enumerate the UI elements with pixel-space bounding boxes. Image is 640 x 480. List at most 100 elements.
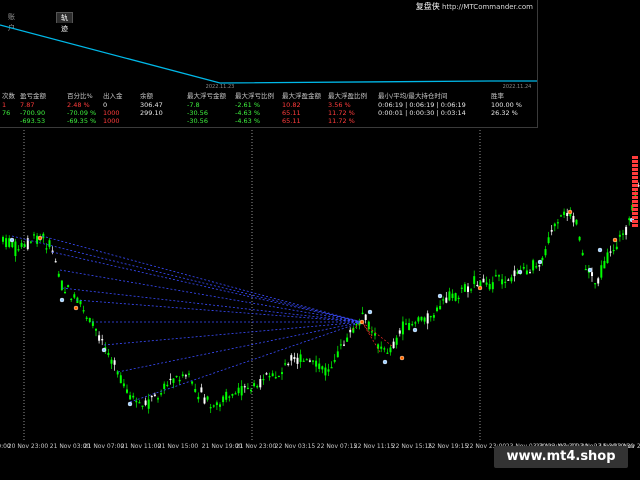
candle-body — [339, 344, 342, 346]
candle-body — [513, 270, 516, 277]
candle-body — [482, 278, 485, 283]
candle-body — [274, 377, 277, 379]
candle-body — [525, 270, 528, 275]
candle-body — [200, 387, 203, 393]
table-cell: 306.47 — [140, 101, 163, 109]
trade-marker — [437, 293, 443, 299]
candle-body — [188, 373, 190, 375]
candle-body — [448, 291, 451, 301]
col-header: 最大浮盈比例 — [328, 92, 367, 100]
trade-marker — [517, 269, 523, 275]
candle-body — [336, 351, 339, 358]
panel-title-url[interactable]: http://MTCommander.com — [442, 3, 533, 11]
candle-body — [138, 402, 141, 404]
trade-marker — [382, 359, 388, 365]
candle-body — [141, 405, 144, 407]
candle-body — [494, 275, 497, 277]
table-cell: 76 — [2, 109, 11, 117]
candle-body — [11, 241, 14, 248]
order-marker — [632, 204, 638, 207]
candle-body — [321, 366, 324, 370]
equity-line — [0, 24, 537, 84]
candle-body — [33, 234, 35, 236]
candle-body — [290, 355, 293, 361]
candle-body — [225, 391, 228, 400]
candle-body — [67, 285, 70, 288]
candle-body — [150, 395, 153, 398]
candle-body — [364, 314, 367, 320]
candle-body — [305, 359, 308, 361]
candle-body — [312, 360, 314, 362]
trade-marker — [9, 237, 15, 243]
tab-account[interactable]: 账户 — [4, 12, 19, 32]
candle-body — [324, 367, 327, 376]
candle-body — [299, 354, 302, 362]
candle-body — [575, 219, 578, 225]
candle-body — [215, 402, 218, 406]
table-cell: -30.56 — [187, 117, 208, 125]
trade-marker — [477, 285, 483, 291]
candle-body — [463, 284, 466, 292]
order-marker — [632, 200, 638, 203]
candle-body — [110, 359, 113, 364]
col-header: 最大浮盈金额 — [282, 92, 321, 100]
table-cell: -69.35 % — [67, 117, 97, 125]
table-cell: -4.63 % — [235, 117, 261, 125]
order-marker — [632, 156, 638, 159]
table-cell: 26.32 % — [491, 109, 518, 117]
candle-body — [129, 395, 132, 400]
time-tick-label: 22 Nov 11:15 — [353, 443, 395, 450]
order-marker — [632, 180, 638, 183]
candle-body — [119, 375, 122, 384]
order-marker — [632, 220, 638, 223]
candle-body — [172, 378, 175, 383]
candle-body — [597, 278, 600, 284]
trade-link-line — [129, 321, 363, 403]
candle-body — [408, 322, 411, 330]
table-cell: 3.56 % — [328, 101, 351, 109]
candle-body — [88, 317, 91, 323]
col-header: 百分比% — [67, 92, 93, 100]
order-marker — [632, 196, 638, 199]
candle-body — [398, 330, 401, 334]
candle-body — [584, 268, 587, 271]
candle-body — [60, 280, 63, 291]
trade-marker — [367, 309, 373, 315]
candle-body — [237, 387, 240, 394]
candle-body — [144, 400, 147, 405]
candle-body — [14, 241, 17, 257]
trade-marker — [612, 237, 618, 243]
candle-body — [488, 284, 491, 290]
candle-body — [429, 316, 432, 318]
candle-body — [85, 317, 88, 319]
tab-trajectory[interactable]: 轨迹 — [56, 12, 73, 33]
candle-body — [420, 316, 423, 321]
candle-body — [467, 286, 469, 292]
trade-marker — [359, 319, 365, 325]
mini-date-1: 2022.11.23 — [206, 84, 235, 90]
candle-body — [48, 240, 51, 248]
candle-body — [153, 394, 156, 396]
candle-body — [73, 294, 76, 298]
candle-body — [101, 339, 104, 341]
candle-body — [293, 357, 296, 360]
candle-body — [157, 398, 159, 400]
table-cell: 11.72 % — [328, 109, 355, 117]
candle-body — [29, 241, 32, 243]
table-cell: 299.10 — [140, 109, 163, 117]
candle-body — [507, 279, 510, 281]
candle-body — [256, 385, 259, 388]
candle-body — [510, 277, 513, 282]
order-marker — [632, 184, 638, 187]
table-cell: 0:00:01 | 0:00:30 | 0:03:14 — [378, 109, 466, 117]
candle-body — [253, 383, 256, 387]
candle-body — [197, 396, 200, 400]
candle-body — [181, 374, 184, 376]
candle-body — [268, 376, 271, 378]
col-header: 次数 — [2, 92, 15, 100]
candle-body — [36, 235, 39, 244]
candle-body — [113, 360, 116, 365]
candle-body — [107, 352, 110, 356]
table-cell: 1000 — [103, 117, 120, 125]
candle-body — [95, 328, 97, 331]
